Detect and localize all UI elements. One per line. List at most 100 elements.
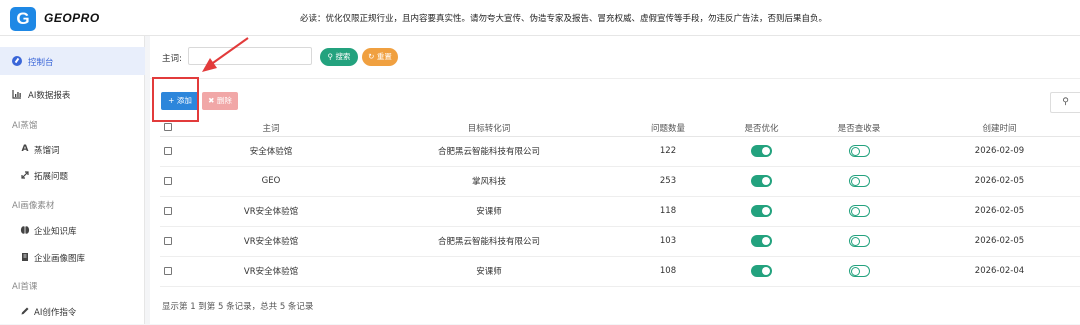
indexed-toggle[interactable] xyxy=(848,265,870,277)
table-row[interactable]: 安全体验馆 合肥黑云智能科技有限公司 122 2026-02-09 xyxy=(160,136,1080,167)
created-time-cell: 2026-02-05 xyxy=(919,196,1080,227)
sidebar-item-image-gallery[interactable]: 企业画像图库 xyxy=(0,243,145,271)
sidebar-item-knowledge-base[interactable]: 企业知识库 xyxy=(0,216,145,244)
table-row[interactable]: GEO 掌风科技 253 2026-02-05 xyxy=(160,166,1080,197)
sidebar-item-dashboard[interactable]: 控制台 xyxy=(0,47,145,75)
row-select-cell xyxy=(160,196,176,227)
sidebar-section-title: AI首课 xyxy=(12,282,38,292)
select-all-cell xyxy=(160,120,176,137)
reset-button-label: 重置 xyxy=(376,52,392,61)
brain-icon xyxy=(20,225,30,235)
delete-button-label: 删除 xyxy=(216,96,232,105)
optimized-cell xyxy=(724,166,799,197)
column-header[interactable]: 创建时间 xyxy=(919,120,1080,137)
divider xyxy=(150,78,1080,79)
main-word-cell: VR安全体验馆 xyxy=(176,226,366,257)
text-icon: A xyxy=(21,144,29,154)
optimized-cell xyxy=(724,226,799,257)
row-select-cell xyxy=(160,256,176,287)
reset-button[interactable]: ↻ 重置 xyxy=(362,48,398,66)
target-word-cell: 合肥黑云智能科技有限公司 xyxy=(366,136,612,167)
target-word-cell: 安课师 xyxy=(366,196,612,227)
sidebar-item-label: 企业知识库 xyxy=(34,227,77,237)
table-row[interactable]: VR安全体验馆 安课师 108 2026-02-04 xyxy=(160,256,1080,287)
target-word-cell: 合肥黑云智能科技有限公司 xyxy=(366,226,612,257)
table-row[interactable]: VR安全体验馆 安课师 118 2026-02-05 xyxy=(160,196,1080,227)
sidebar-item-label: AI创作指令 xyxy=(34,308,77,318)
row-select-cell xyxy=(160,166,176,197)
indexed-toggle[interactable] xyxy=(848,175,870,187)
optimized-cell xyxy=(724,256,799,287)
indexed-toggle[interactable] xyxy=(848,145,870,157)
row-select-cell xyxy=(160,226,176,257)
column-header[interactable]: 目标转化词 xyxy=(366,120,612,137)
optimized-toggle[interactable] xyxy=(751,175,772,187)
row-checkbox[interactable] xyxy=(164,176,172,185)
top-bar: G GEOPRO 必读：优化仅限正规行业，且内容要真实性。请勿夸大宣传、伪造专家… xyxy=(0,0,1080,36)
pagination-summary: 显示第 1 到第 5 条记录，总共 5 条记录 xyxy=(162,302,314,312)
search-icon: ⚲ xyxy=(1062,97,1069,107)
main-word-cell: GEO xyxy=(176,166,366,197)
notice-text: 必读：优化仅限正规行业，且内容要真实性。请勿夸大宣传、伪造专家及报告、冒充权威、… xyxy=(300,14,828,24)
dashboard-icon xyxy=(12,56,22,66)
optimized-toggle[interactable] xyxy=(751,265,772,277)
row-select-cell xyxy=(160,136,176,167)
search-icon: ⚲ xyxy=(327,52,334,61)
target-word-cell: 安课师 xyxy=(366,256,612,287)
indexed-cell xyxy=(799,136,919,167)
sidebar-item-label: 蒸馏词 xyxy=(34,146,60,156)
main-panel: 主词: ⚲ 搜索 ↻ 重置 + 添加 ✖ 删除 ⚲ 主词 目标转化词 问题数量 … xyxy=(150,36,1080,324)
sidebar: 控制台 AI数据报表 AI蒸馏 A 蒸馏词 拓展问题 AI画像素材 企业知识库 … xyxy=(0,36,145,324)
question-count-cell: 253 xyxy=(612,166,724,197)
main-word-label: 主词: xyxy=(162,54,182,64)
target-word-cell: 掌风科技 xyxy=(366,166,612,197)
sidebar-item-label: 企业画像图库 xyxy=(34,254,86,264)
main-word-cell: 安全体验馆 xyxy=(176,136,366,167)
indexed-toggle[interactable] xyxy=(848,235,870,247)
indexed-cell xyxy=(799,256,919,287)
row-checkbox[interactable] xyxy=(164,266,172,275)
indexed-cell xyxy=(799,226,919,257)
sidebar-item-distill-words[interactable]: A 蒸馏词 xyxy=(0,135,145,163)
column-header[interactable]: 是否查收录 xyxy=(799,120,919,137)
column-header[interactable]: 问题数量 xyxy=(612,120,724,137)
chart-icon xyxy=(12,89,22,99)
main-word-input[interactable] xyxy=(188,47,312,65)
sidebar-item-ai-instructions[interactable]: AI创作指令 xyxy=(0,297,145,325)
annotation-highlight-box xyxy=(152,77,199,122)
expand-icon xyxy=(20,170,30,180)
select-all-checkbox[interactable] xyxy=(164,123,172,132)
table-search-button[interactable]: ⚲ xyxy=(1050,92,1080,113)
column-header[interactable]: 主词 xyxy=(176,120,366,137)
optimized-cell xyxy=(724,136,799,167)
optimized-toggle[interactable] xyxy=(751,145,772,157)
search-button[interactable]: ⚲ 搜索 xyxy=(320,48,358,66)
indexed-toggle[interactable] xyxy=(848,205,870,217)
brand-name: GEOPRO xyxy=(44,11,100,25)
created-time-cell: 2026-02-09 xyxy=(919,136,1080,167)
table-header-row: 主词 目标转化词 问题数量 是否优化 是否查收录 创建时间 xyxy=(160,120,1080,137)
question-count-cell: 122 xyxy=(612,136,724,167)
row-checkbox[interactable] xyxy=(164,236,172,245)
optimized-cell xyxy=(724,196,799,227)
main-word-cell: VR安全体验馆 xyxy=(176,256,366,287)
data-table: 主词 目标转化词 问题数量 是否优化 是否查收录 创建时间 安全体验馆 合肥黑云智… xyxy=(160,120,1080,287)
column-header[interactable]: 是否优化 xyxy=(724,120,799,137)
row-checkbox[interactable] xyxy=(164,146,172,155)
indexed-cell xyxy=(799,196,919,227)
search-button-label: 搜索 xyxy=(335,52,351,61)
refresh-icon: ↻ xyxy=(368,52,375,61)
pen-icon xyxy=(20,306,30,316)
sidebar-section-title: AI画像素材 xyxy=(12,201,55,211)
row-checkbox[interactable] xyxy=(164,206,172,215)
main-word-cell: VR安全体验馆 xyxy=(176,196,366,227)
sidebar-item-expand-questions[interactable]: 拓展问题 xyxy=(0,161,145,189)
sidebar-item-ai-report[interactable]: AI数据报表 xyxy=(0,80,145,108)
optimized-toggle[interactable] xyxy=(751,235,772,247)
optimized-toggle[interactable] xyxy=(751,205,772,217)
table-row[interactable]: VR安全体验馆 合肥黑云智能科技有限公司 103 2026-02-05 xyxy=(160,226,1080,257)
document-icon xyxy=(20,252,30,262)
question-count-cell: 103 xyxy=(612,226,724,257)
delete-button[interactable]: ✖ 删除 xyxy=(202,92,238,110)
created-time-cell: 2026-02-05 xyxy=(919,226,1080,257)
